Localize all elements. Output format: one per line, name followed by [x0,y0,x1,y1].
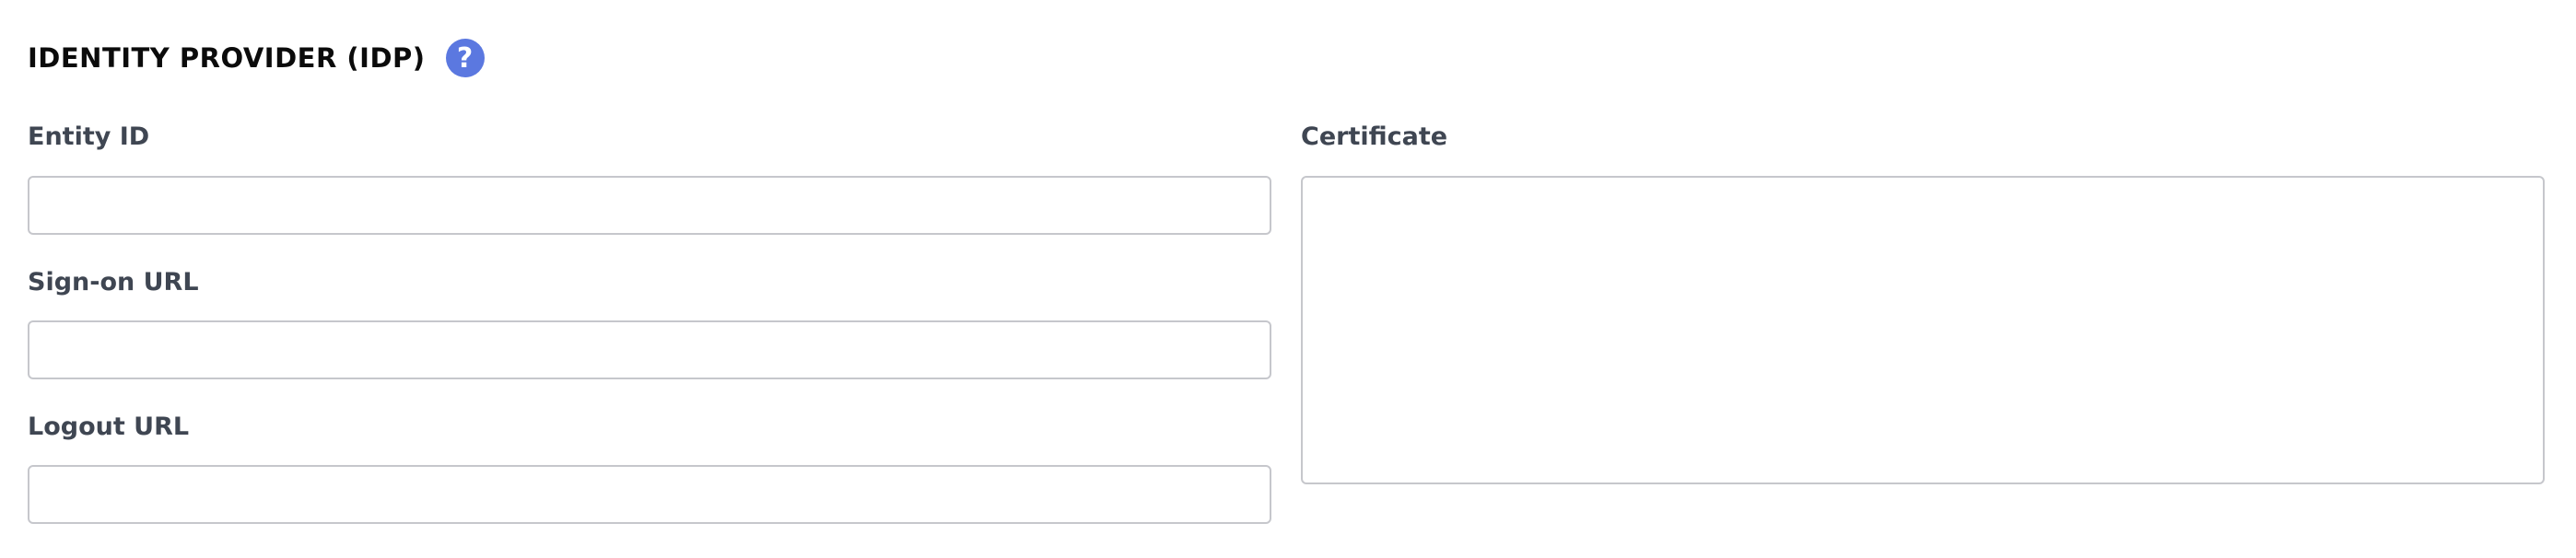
entity-id-input[interactable] [28,176,1271,235]
logout-url-label: Logout URL [28,413,190,441]
entity-id-label: Entity ID [28,122,150,151]
sign-on-url-label: Sign-on URL [28,268,199,296]
certificate-label: Certificate [1301,122,1448,151]
logout-url-input[interactable] [28,465,1271,524]
certificate-textarea[interactable] [1301,176,2545,484]
section-header: IDENTITY PROVIDER (IDP) ? [28,35,485,81]
sign-on-url-input[interactable] [28,320,1271,379]
section-title: IDENTITY PROVIDER (IDP) [28,42,426,74]
question-mark-icon[interactable]: ? [445,39,485,77]
